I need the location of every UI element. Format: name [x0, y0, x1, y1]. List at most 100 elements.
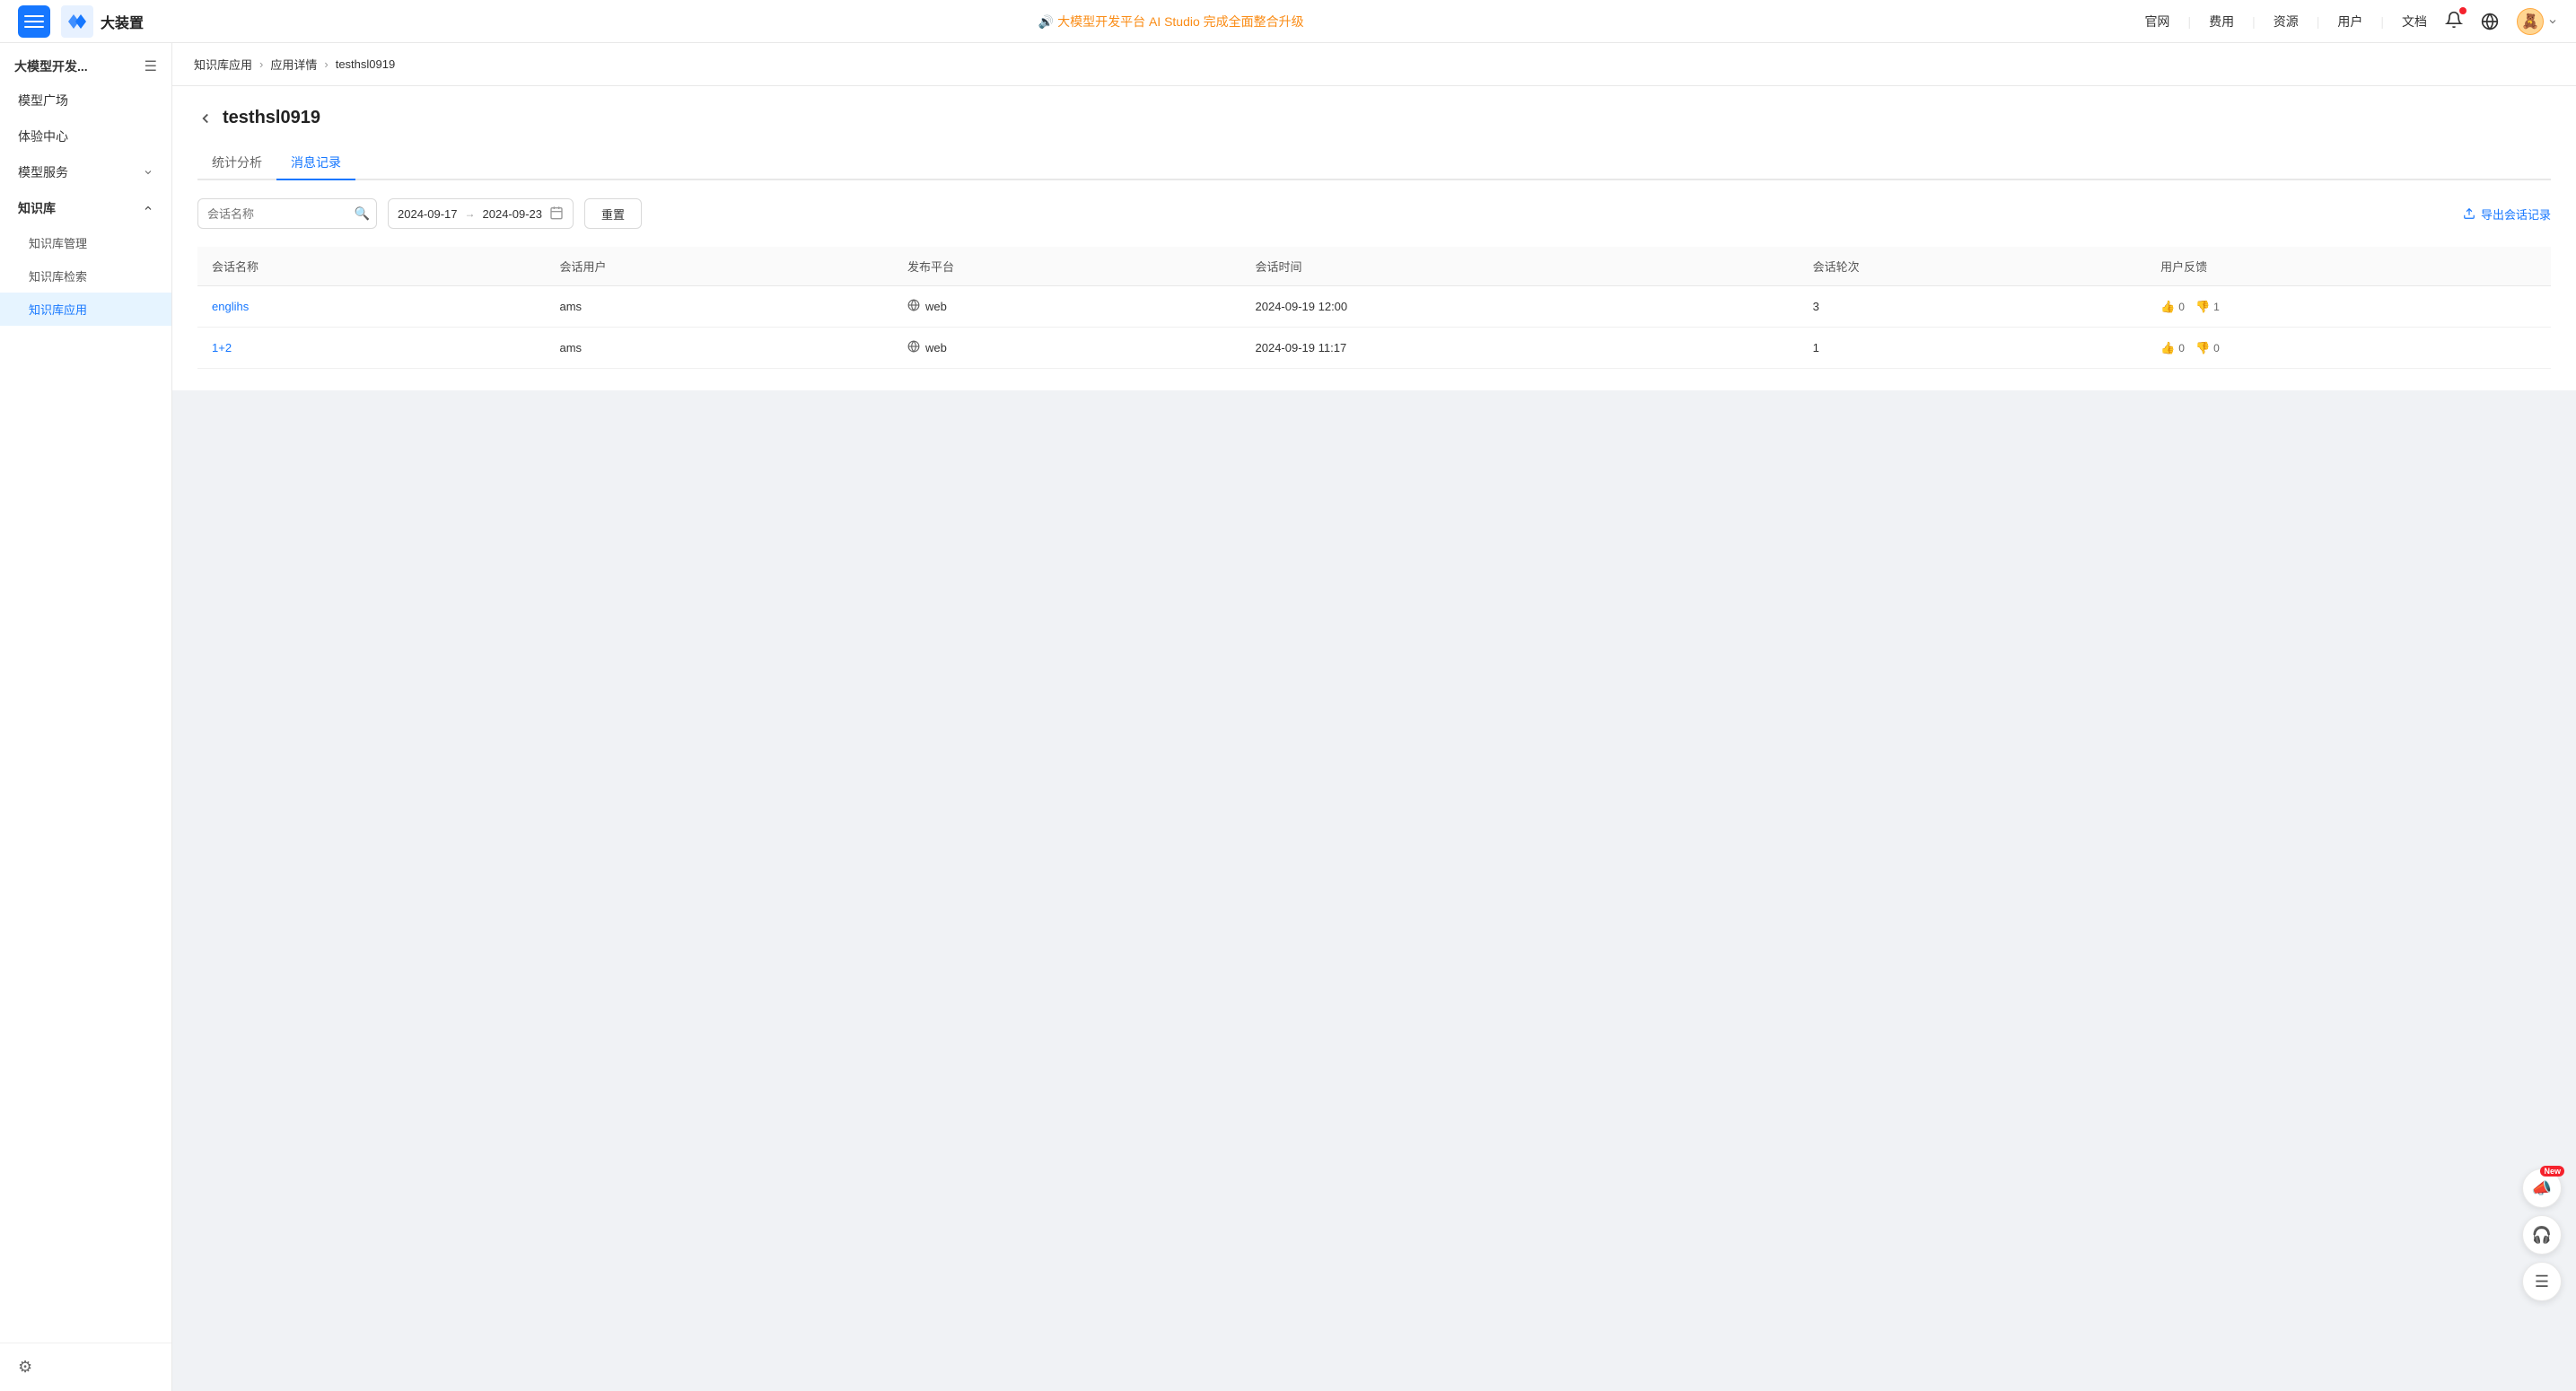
cell-name: englihs	[197, 286, 546, 328]
platform-globe-icon	[907, 340, 920, 355]
sidebar: 大模型开发... ☰ 模型广场 体验中心 模型服务 知识库 知识库管理 知识库检…	[0, 43, 172, 1391]
nav-link-feiyong[interactable]: 费用	[2209, 13, 2234, 31]
thumbs-up-count: 0	[2178, 342, 2185, 354]
thumbs-down-icon: 👎	[2195, 300, 2210, 314]
headset-icon: 🎧	[2532, 1226, 2552, 1245]
notification-badge	[2459, 7, 2466, 14]
logo-area: 大装置	[61, 5, 144, 38]
col-header-rounds: 会话轮次	[1799, 247, 2147, 286]
breadcrumb-link-2[interactable]: 应用详情	[270, 56, 317, 73]
float-btn-megaphone[interactable]: 📣 New	[2522, 1168, 2562, 1208]
col-header-time: 会话时间	[1241, 247, 1799, 286]
sidebar-menu-icon[interactable]: ☰	[145, 57, 157, 75]
search-icon[interactable]: 🔍	[355, 206, 370, 222]
platform-name: web	[925, 300, 947, 313]
float-btn-list[interactable]: ☰	[2522, 1262, 2562, 1301]
cell-platform: web	[893, 328, 1241, 369]
cell-feedback: 👍 0 👎 1	[2146, 286, 2551, 328]
hamburger-icon	[24, 12, 44, 31]
export-icon	[2463, 207, 2475, 220]
cell-time: 2024-09-19 12:00	[1241, 286, 1799, 328]
table-row: 1+2 ams web 2024-09-19 11:17 1	[197, 328, 2551, 369]
back-button[interactable]	[197, 110, 214, 127]
language-switcher[interactable]	[2481, 13, 2499, 31]
page-content: testhsl0919 统计分析 消息记录 🔍 2024-09-17 → 202…	[172, 86, 2576, 390]
breadcrumb-current: testhsl0919	[336, 57, 396, 71]
breadcrumb: 知识库应用 › 应用详情 › testhsl0919	[172, 43, 2576, 86]
megaphone-icon: 📣	[2532, 1179, 2552, 1198]
thumbs-down-count: 1	[2213, 301, 2220, 313]
top-navbar: 大装置 🔊 大模型开发平台 AI Studio 完成全面整合升级 官网 | 费用…	[0, 0, 2576, 43]
thumbs-down-icon: 👎	[2195, 341, 2210, 355]
cell-time: 2024-09-19 11:17	[1241, 328, 1799, 369]
sidebar-item-experience-center[interactable]: 体验中心	[0, 118, 171, 154]
date-from: 2024-09-17	[398, 207, 458, 221]
new-badge: New	[2540, 1166, 2564, 1177]
col-header-user: 会话用户	[546, 247, 894, 286]
filter-row: 🔍 2024-09-17 → 2024-09-23	[197, 198, 2551, 229]
cell-platform: web	[893, 286, 1241, 328]
sidebar-item-model-plaza[interactable]: 模型广场	[0, 83, 171, 118]
cell-rounds: 1	[1799, 328, 2147, 369]
export-label: 导出会话记录	[2481, 206, 2551, 223]
tab-messages[interactable]: 消息记录	[276, 146, 355, 180]
thumbs-up-count: 0	[2178, 301, 2185, 313]
announcement-text: 🔊 大模型开发平台 AI Studio 完成全面整合升级	[1038, 13, 1304, 31]
export-button[interactable]: 导出会话记录	[2463, 206, 2551, 223]
sidebar-item-kb-app[interactable]: 知识库应用	[0, 293, 171, 326]
sidebar-item-kb-management[interactable]: 知识库管理	[0, 226, 171, 259]
conversation-link[interactable]: englihs	[212, 300, 249, 313]
search-input[interactable]	[197, 198, 377, 229]
user-avatar[interactable]: 🧸	[2517, 8, 2558, 35]
platform-globe-icon	[907, 299, 920, 314]
date-range-arrow: →	[465, 207, 476, 220]
cell-name: 1+2	[197, 328, 546, 369]
chevron-down-icon	[2547, 16, 2558, 27]
table-header-row: 会话名称 会话用户 发布平台 会话时间 会话轮次 用户反馈	[197, 247, 2551, 286]
navbar-announcement: 🔊 大模型开发平台 AI Studio 完成全面整合升级	[197, 13, 2144, 31]
sidebar-bottom: ⚙	[0, 1343, 171, 1391]
sidebar-sub-item-label: 知识库应用	[29, 303, 87, 317]
sidebar-title: 大模型开发...	[14, 57, 88, 75]
sidebar-item-kb-search[interactable]: 知识库检索	[0, 259, 171, 293]
breadcrumb-link-1[interactable]: 知识库应用	[194, 56, 252, 73]
float-sidebar: 📣 New 🎧 ☰	[2522, 1168, 2562, 1301]
list-icon: ☰	[2535, 1273, 2549, 1291]
col-header-name: 会话名称	[197, 247, 546, 286]
sidebar-item-label: 体验中心	[18, 127, 68, 145]
navbar-right: 官网 | 费用 | 资源 | 用户 | 文档 🧸	[2144, 8, 2558, 35]
search-wrap: 🔍	[197, 198, 377, 229]
notification-bell[interactable]	[2445, 11, 2463, 31]
sidebar-section-knowledge[interactable]: 知识库	[0, 190, 171, 226]
calendar-svg	[549, 206, 564, 220]
conversation-link[interactable]: 1+2	[212, 341, 232, 354]
sidebar-sub-item-label: 知识库管理	[29, 237, 87, 250]
calendar-icon[interactable]	[549, 206, 564, 223]
chevron-down-icon	[143, 167, 153, 178]
hamburger-button[interactable]	[18, 5, 50, 38]
thumbs-up-icon: 👍	[2160, 300, 2175, 314]
nav-link-guanwang[interactable]: 官网	[2144, 13, 2169, 31]
logo-text: 大装置	[101, 11, 144, 32]
settings-icon[interactable]: ⚙	[18, 1358, 32, 1376]
col-header-feedback: 用户反馈	[2146, 247, 2551, 286]
date-range-picker[interactable]: 2024-09-17 → 2024-09-23	[388, 198, 574, 229]
col-header-platform: 发布平台	[893, 247, 1241, 286]
page-title-row: testhsl0919	[197, 108, 2551, 128]
chevron-up-icon	[143, 203, 153, 214]
sidebar-item-model-service[interactable]: 模型服务	[0, 154, 171, 190]
content-area: 知识库应用 › 应用详情 › testhsl0919 testhsl0919 统…	[172, 43, 2576, 1391]
reset-button[interactable]: 重置	[584, 198, 642, 229]
globe-icon	[2481, 13, 2499, 31]
table-row: englihs ams web 2024-09-19 12:00 3	[197, 286, 2551, 328]
logo-icon	[61, 5, 93, 38]
nav-link-yonghu[interactable]: 用户	[2337, 13, 2362, 31]
nav-link-ziyuan[interactable]: 资源	[2274, 13, 2299, 31]
avatar-image: 🧸	[2517, 8, 2544, 35]
float-btn-headset[interactable]: 🎧	[2522, 1215, 2562, 1255]
main-layout: 大模型开发... ☰ 模型广场 体验中心 模型服务 知识库 知识库管理 知识库检…	[0, 43, 2576, 1391]
back-arrow-icon	[197, 110, 214, 127]
nav-link-wendang[interactable]: 文档	[2402, 13, 2427, 31]
platform-name: web	[925, 341, 947, 354]
tab-stats[interactable]: 统计分析	[197, 146, 276, 180]
